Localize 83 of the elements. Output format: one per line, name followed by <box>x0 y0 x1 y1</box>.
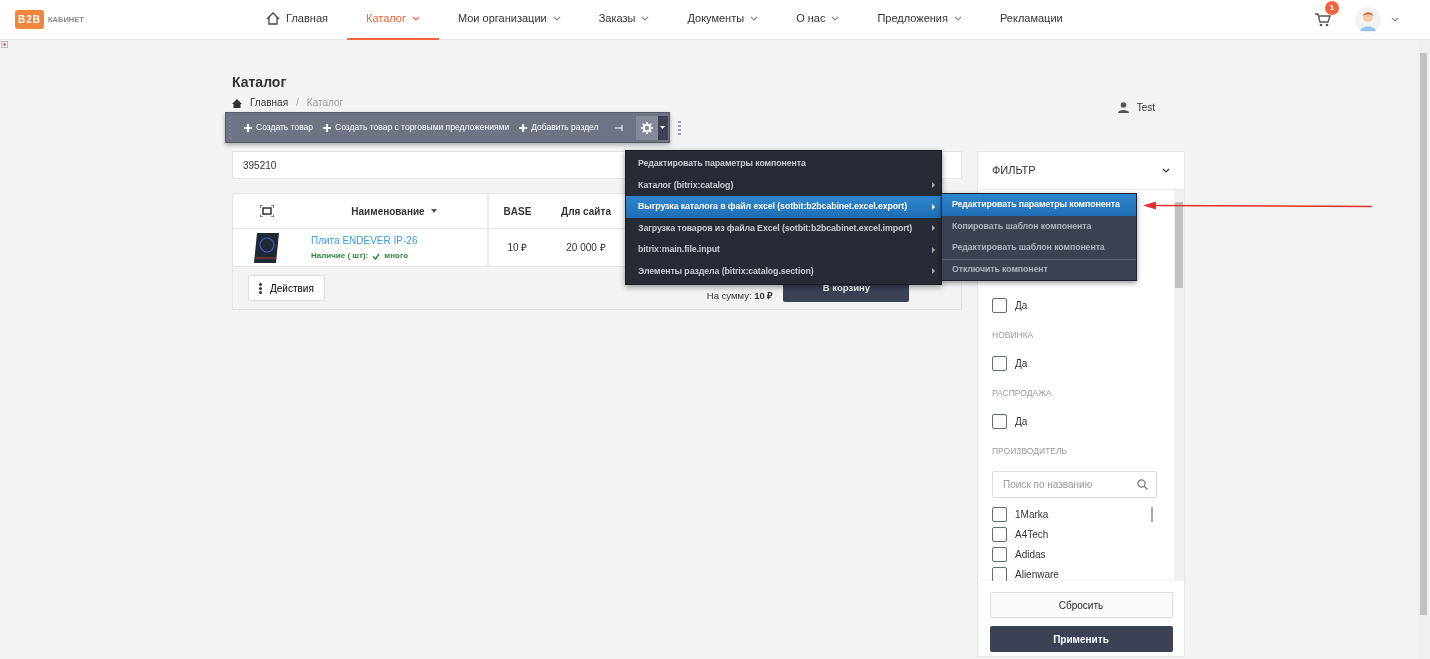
breadcrumb-separator: / <box>296 97 299 109</box>
menu-item[interactable]: Редактировать параметры компонента <box>942 194 1136 216</box>
menu-item[interactable]: bitrix:main.file.input <box>626 239 941 261</box>
checkbox-label: Да <box>1015 414 1028 429</box>
menu-item[interactable]: Выгрузка каталога в файл excel (sotbit:b2bcabinet.excel.export) <box>626 196 941 218</box>
checkbox-label: 1Marka <box>1015 508 1049 523</box>
chevron-down-icon[interactable] <box>1162 168 1170 173</box>
plus-icon <box>519 123 528 132</box>
checkbox[interactable] <box>992 298 1007 313</box>
nav-link[interactable]: Предложения <box>858 0 981 40</box>
checkbox[interactable] <box>992 355 1007 371</box>
chevron-down-icon <box>641 16 650 21</box>
plus-icon <box>323 123 332 132</box>
nav-link[interactable]: О нас <box>777 0 859 40</box>
chevron-down-icon <box>831 16 840 21</box>
price-cell-text: 20 000 ₽ <box>566 241 606 255</box>
chevron-down-icon <box>552 16 561 21</box>
menu-item[interactable]: Отключить компонент <box>942 258 1136 280</box>
checkbox-label: Да <box>1015 356 1028 371</box>
submenu-arrow-icon <box>932 268 935 275</box>
menu-item[interactable]: Редактировать шаблон компонента <box>942 237 1136 259</box>
menu-item[interactable]: Загрузка товаров из файла Excel (sotbit:b2bcabinet.excel.import) <box>626 217 941 239</box>
submenu-arrow-icon <box>932 246 935 253</box>
search-icon <box>1137 479 1148 491</box>
reset-button[interactable]: Сбросить <box>989 592 1173 618</box>
submenu-arrow-icon <box>932 203 935 210</box>
chevron-down-icon <box>411 16 420 21</box>
checkbox[interactable] <box>992 547 1007 563</box>
nav-link[interactable]: Заказы <box>579 0 669 40</box>
user-icon <box>1117 102 1129 113</box>
caret-icon <box>660 126 666 129</box>
column-header: Для сайта <box>561 204 611 219</box>
chevron-down-icon <box>953 16 962 21</box>
column-header: BASE <box>503 204 532 219</box>
toolbar-button[interactable]: Добавить раздел <box>515 121 603 134</box>
price-cell-text: 10 ₽ <box>507 241 528 255</box>
submenu-arrow-icon <box>932 225 935 232</box>
check-icon <box>372 252 381 260</box>
plus-icon <box>244 123 252 132</box>
nav-link[interactable]: Мои организации <box>438 0 580 40</box>
submenu-arrow-icon <box>932 182 935 189</box>
nav-link[interactable]: Главная <box>247 0 347 40</box>
order-total: На сумму: 10 ₽ <box>706 288 774 303</box>
column-header[interactable]: Наименование <box>351 203 437 219</box>
page-title: Каталог <box>232 73 288 92</box>
actions-button[interactable]: Действия <box>248 275 325 301</box>
nav-link[interactable]: Рекламации <box>980 0 1082 40</box>
drag-handle-icon[interactable] <box>677 120 681 135</box>
scrollbar[interactable] <box>1151 507 1153 523</box>
settings-icon <box>640 121 653 134</box>
checkbox-label: Alienware <box>1015 568 1059 581</box>
filter-heading: НОВИНКА <box>992 329 1035 342</box>
checkbox[interactable] <box>992 527 1007 543</box>
home-icon <box>232 98 242 108</box>
home-icon <box>266 12 281 25</box>
checkbox-label: Да <box>1015 299 1028 313</box>
stock-status: много <box>384 250 408 262</box>
checkbox-label: Adidas <box>1015 548 1046 563</box>
dropdown-toggle-button[interactable] <box>657 115 668 140</box>
apply-button[interactable]: Применить <box>989 626 1173 652</box>
scrollbar[interactable] <box>1174 190 1184 581</box>
checkbox[interactable] <box>992 507 1007 523</box>
filter-title: ФИЛЬТР <box>992 163 1036 179</box>
menu-item[interactable]: Редактировать параметры компонента <box>626 153 941 175</box>
expand-icon[interactable] <box>260 205 274 217</box>
menu-item[interactable]: Копировать шаблон компонента <box>942 215 1136 237</box>
cart-icon[interactable] <box>1315 12 1331 27</box>
settings-button[interactable] <box>635 115 658 140</box>
checkbox[interactable] <box>992 413 1007 429</box>
breadcrumb-link[interactable]: Главная <box>250 97 289 109</box>
filter-heading: РАСПРОДАЖА <box>992 386 1053 400</box>
sort-caret-icon[interactable] <box>430 209 437 213</box>
nav-link[interactable]: Документы <box>668 0 778 40</box>
chevron-down-icon <box>750 16 759 21</box>
checkbox-label: A4Tech <box>1015 528 1049 543</box>
filter-heading: ПРОИЗВОДИТЕЛЬ <box>992 444 1069 458</box>
user-name[interactable]: Test <box>1136 100 1155 115</box>
toolbar-button[interactable]: Создать товар с торговыми предложениями <box>319 121 514 134</box>
checkbox[interactable] <box>992 567 1007 581</box>
more-vertical-icon <box>259 282 262 294</box>
stock-label: Наличие ( шт): <box>311 250 369 262</box>
toolbar-button[interactable]: Создать товар <box>240 121 318 134</box>
cart-count-badge: 1 <box>1325 0 1339 15</box>
